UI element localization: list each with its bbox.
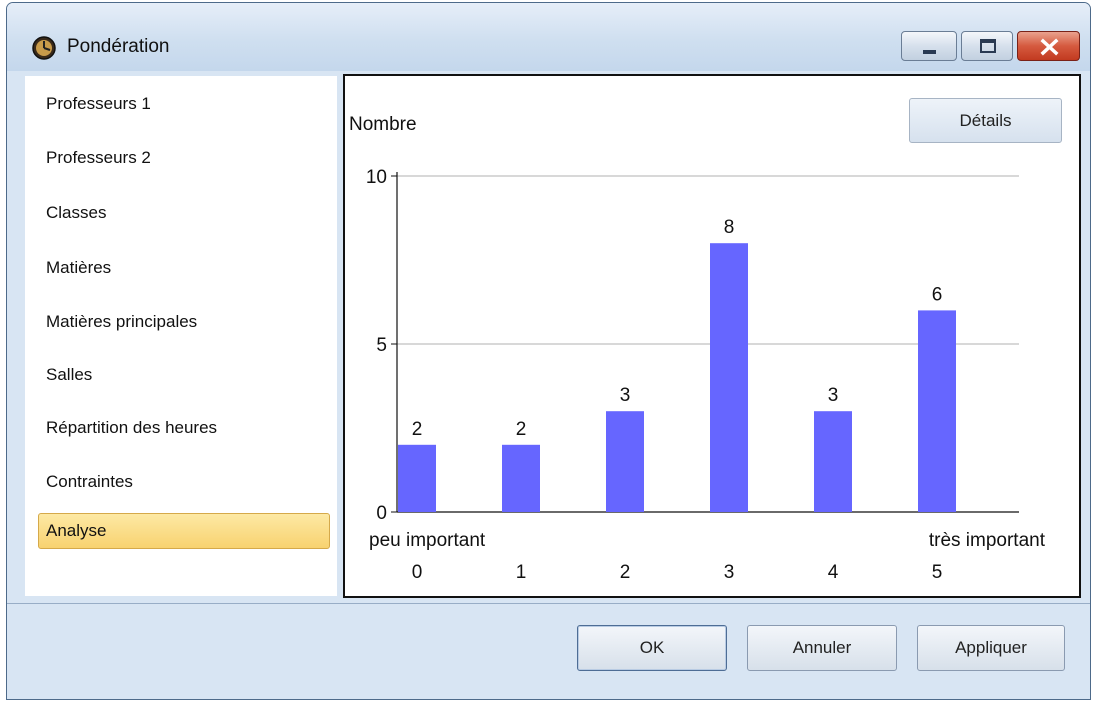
- sidebar-item-salles[interactable]: Salles: [38, 357, 330, 393]
- sidebar-item-matieres[interactable]: Matières: [38, 250, 330, 286]
- sidebar-item-label: Classes: [46, 203, 107, 222]
- bar-5: [918, 310, 956, 512]
- x-axis-high-label: très important: [929, 530, 1046, 551]
- ok-button[interactable]: OK: [577, 625, 727, 671]
- sidebar-item-label: Salles: [46, 365, 93, 384]
- category-sidebar: Professeurs 1 Professeurs 2 Classes Mati…: [25, 76, 337, 596]
- x-tick-label: 0: [412, 562, 423, 583]
- sidebar-item-label: Matières principales: [46, 312, 198, 331]
- bar-value-label: 2: [516, 419, 527, 440]
- sidebar-item-label: Professeurs 2: [46, 148, 151, 167]
- sidebar-item-label: Professeurs 1: [46, 94, 151, 113]
- bar-0: [398, 444, 436, 512]
- minimize-button[interactable]: [901, 31, 957, 61]
- bar-value-label: 3: [620, 385, 631, 406]
- y-tick-label: 0: [376, 503, 387, 524]
- bar-value-label: 3: [828, 385, 839, 406]
- bar-3: [710, 243, 748, 512]
- sidebar-item-classes[interactable]: Classes: [38, 195, 330, 231]
- close-button[interactable]: [1017, 31, 1080, 61]
- bar-1: [502, 444, 540, 512]
- maximize-button[interactable]: [961, 31, 1013, 61]
- sidebar-item-matieres-principales[interactable]: Matières principales: [38, 304, 330, 340]
- app-clock-icon: [31, 35, 57, 61]
- sidebar-item-professeurs-1[interactable]: Professeurs 1: [38, 86, 330, 122]
- sidebar-item-professeurs-2[interactable]: Professeurs 2: [38, 140, 330, 176]
- sidebar-item-label: Matières: [46, 258, 112, 277]
- bar-4: [814, 411, 852, 512]
- footer-divider: [7, 603, 1090, 604]
- analysis-panel: Nombre peu important très important 0 5 10…: [343, 74, 1081, 598]
- x-tick-label: 4: [828, 562, 839, 583]
- dialog-window: Pondération Professeurs 1 Professeurs 2 …: [6, 2, 1091, 700]
- cancel-button[interactable]: Annuler: [747, 625, 897, 671]
- y-tick-label: 10: [366, 167, 387, 188]
- bar-value-label: 8: [724, 217, 735, 238]
- x-tick-label: 2: [620, 562, 631, 583]
- x-tick-label: 1: [516, 562, 527, 583]
- sidebar-item-label: Répartition des heures: [46, 418, 218, 437]
- weighting-bar-chart: Nombre peu important très important 0510…: [349, 114, 1046, 583]
- sidebar-item-label: Contraintes: [46, 472, 133, 491]
- title-bar[interactable]: Pondération: [7, 3, 1090, 71]
- x-axis-low-label: peu important: [369, 530, 486, 551]
- x-tick-label: 3: [724, 562, 735, 583]
- x-tick-label: 5: [932, 562, 943, 583]
- details-button[interactable]: Détails: [909, 98, 1062, 143]
- bar-value-label: 2: [412, 419, 423, 440]
- y-axis-label: Nombre: [349, 114, 417, 135]
- y-tick-label: 5: [376, 335, 387, 356]
- sidebar-item-repartition-des-heures[interactable]: Répartition des heures: [38, 410, 330, 446]
- sidebar-item-contraintes[interactable]: Contraintes: [38, 464, 330, 500]
- apply-button[interactable]: Appliquer: [917, 625, 1065, 671]
- bar-value-label: 6: [932, 284, 943, 305]
- window-title: Pondération: [67, 36, 170, 57]
- sidebar-item-label: Analyse: [46, 521, 107, 540]
- sidebar-item-analyse[interactable]: Analyse: [38, 513, 330, 549]
- bar-2: [606, 411, 644, 512]
